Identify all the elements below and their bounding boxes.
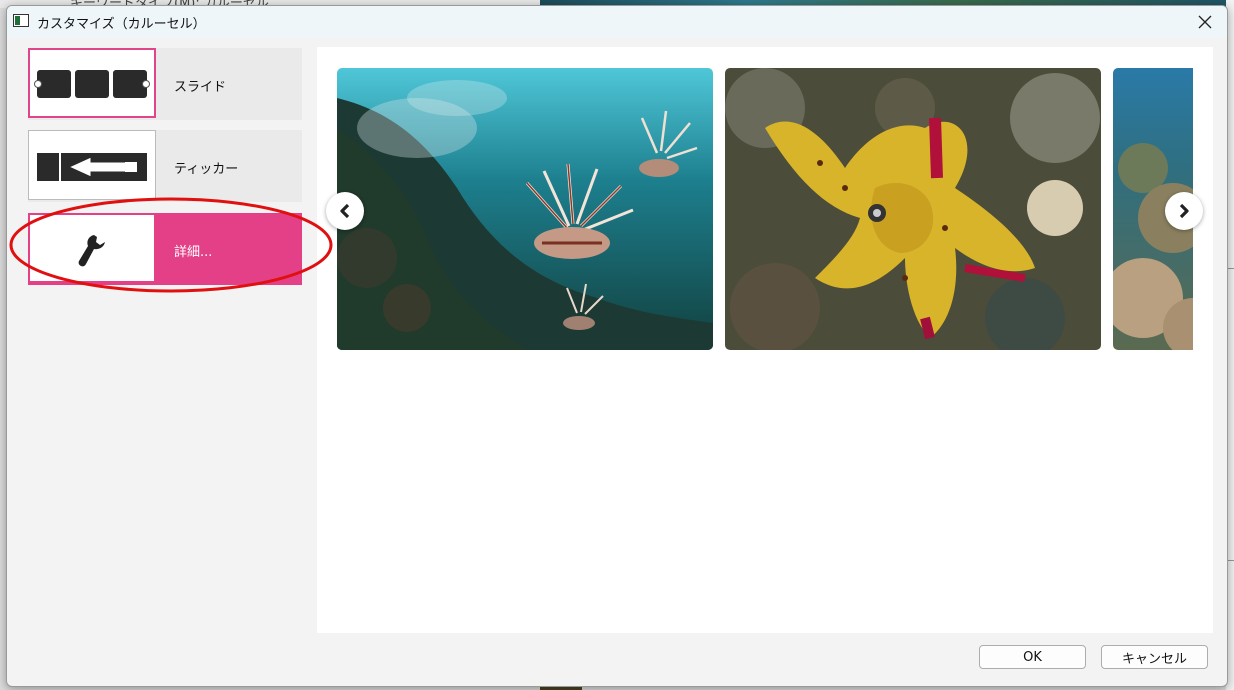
close-icon bbox=[1198, 15, 1212, 29]
title-bar: カスタマイズ（カルーセル） bbox=[7, 6, 1227, 38]
annotation-highlight-ellipse bbox=[9, 197, 333, 293]
ok-button[interactable]: OK bbox=[979, 645, 1086, 669]
slide-carousel-icon bbox=[28, 48, 156, 118]
chevron-right-icon bbox=[1179, 203, 1189, 219]
option-slide[interactable]: スライド bbox=[28, 48, 302, 120]
option-slide-label: スライド bbox=[174, 80, 227, 95]
ticker-arrow-icon bbox=[28, 130, 156, 200]
carousel-track bbox=[337, 68, 1193, 350]
app-window-icon bbox=[13, 14, 29, 27]
chevron-left-icon bbox=[340, 203, 350, 219]
option-ticker-label: ティッカー bbox=[174, 162, 239, 177]
customize-dialog: カスタマイズ（カルーセル） スライド ティッカー 詳細... OK キャンセル bbox=[6, 5, 1228, 687]
cancel-button[interactable]: キャンセル bbox=[1101, 645, 1208, 669]
option-ticker[interactable]: ティッカー bbox=[28, 130, 302, 202]
carousel-next-button[interactable] bbox=[1165, 192, 1203, 230]
carousel-photo-lionfish bbox=[337, 68, 713, 350]
close-button[interactable] bbox=[1183, 6, 1227, 38]
carousel-preview bbox=[317, 47, 1213, 633]
carousel-photo-cuttlefish bbox=[725, 68, 1101, 350]
dialog-title: カスタマイズ（カルーセル） bbox=[37, 17, 206, 32]
